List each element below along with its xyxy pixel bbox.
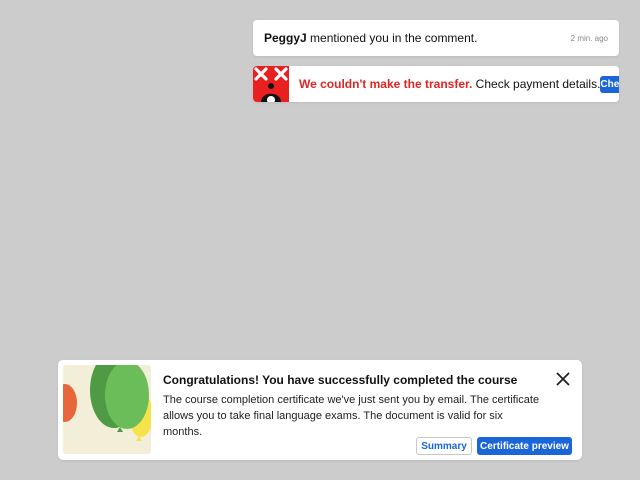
check-button[interactable]: Check	[600, 75, 619, 93]
course-completion-card: Congratulations! You have successfully c…	[58, 360, 582, 460]
balloons-illustration	[63, 365, 151, 454]
mention-message: mentioned you in the comment.	[306, 31, 478, 45]
mention-text: PeggyJ mentioned you in the comment.	[264, 31, 571, 45]
summary-button[interactable]: Summary	[416, 437, 472, 455]
error-thumbnail-icon	[253, 66, 289, 102]
certificate-preview-button[interactable]: Certificate preview	[477, 437, 572, 455]
error-message: We couldn't make the transfer. Check pay…	[289, 77, 600, 91]
error-detail: Check payment details.	[472, 77, 601, 91]
mention-timestamp: 2 min. ago	[570, 33, 608, 43]
transfer-error-notification: We couldn't make the transfer. Check pay…	[253, 66, 619, 102]
course-title: Congratulations! You have successfully c…	[163, 373, 518, 387]
close-icon[interactable]	[555, 371, 571, 387]
error-headline: We couldn't make the transfer.	[299, 77, 473, 91]
mention-notification[interactable]: PeggyJ mentioned you in the comment. 2 m…	[253, 20, 619, 56]
course-description: The course completion certificate we've …	[163, 394, 540, 438]
mention-user[interactable]: PeggyJ	[264, 31, 307, 45]
